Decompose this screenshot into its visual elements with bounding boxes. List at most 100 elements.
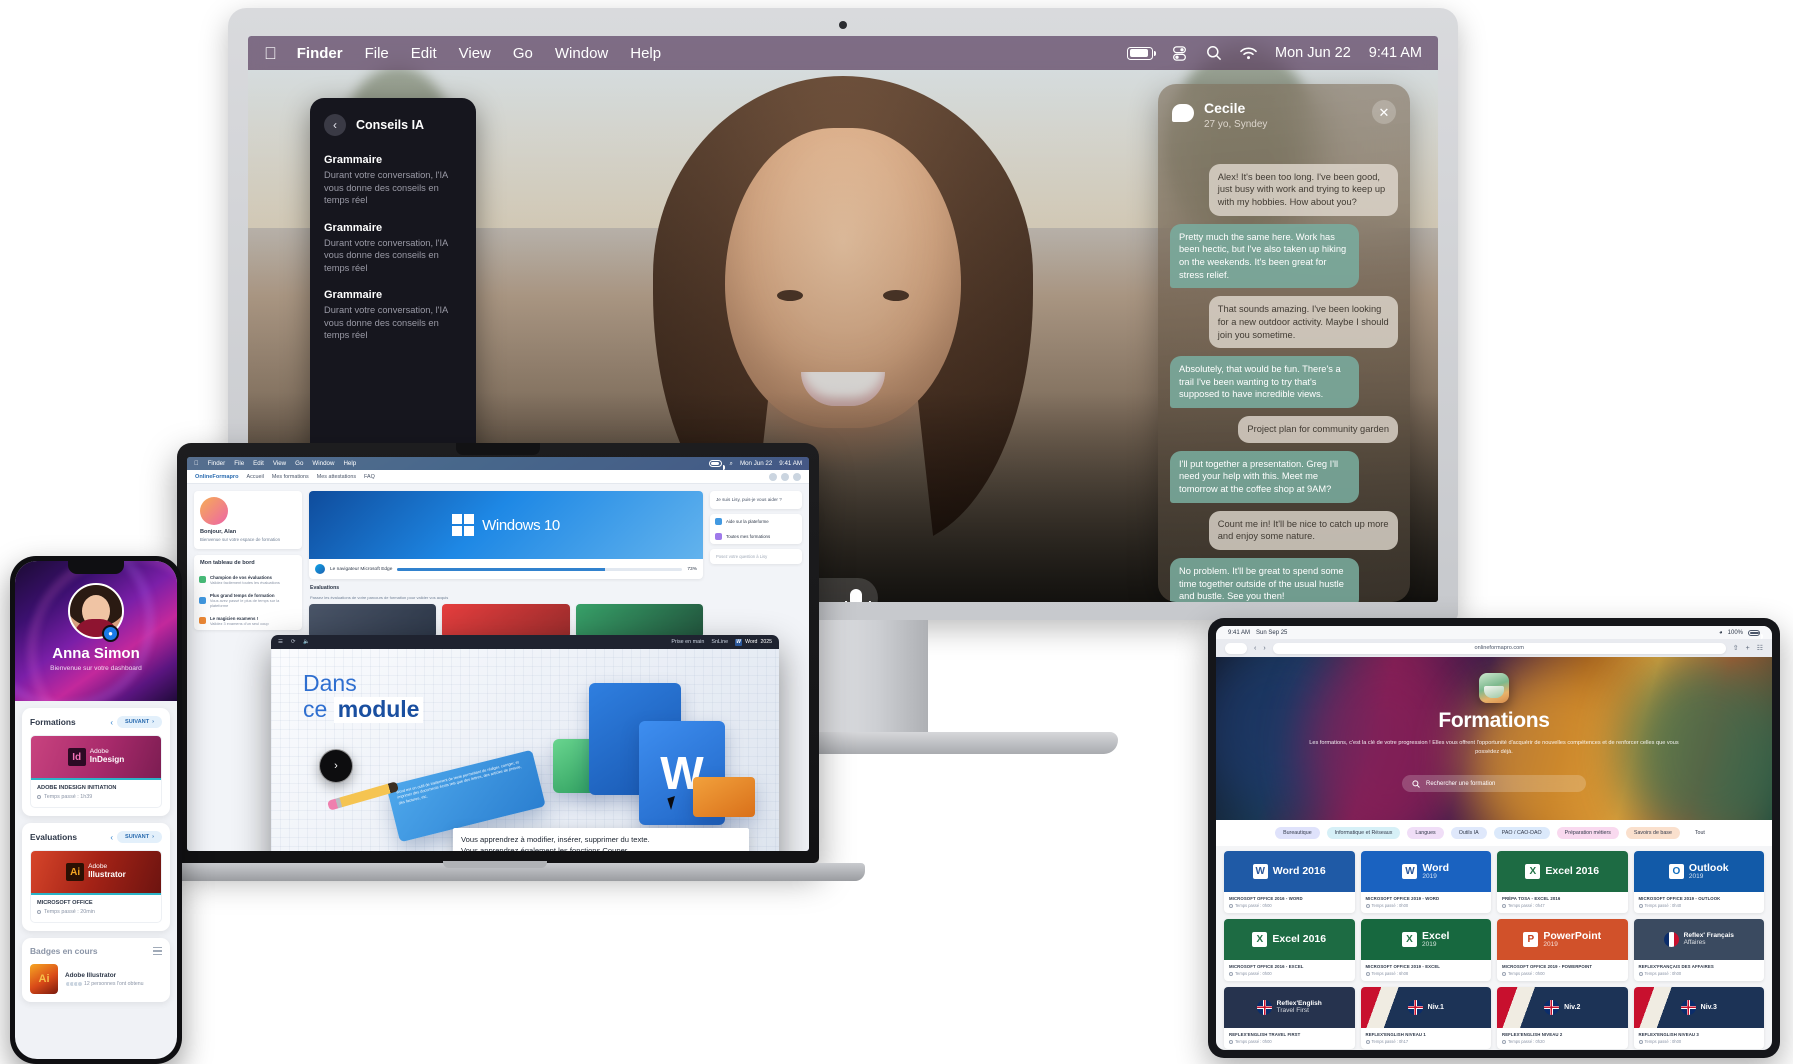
nav-accueil[interactable]: Accueil bbox=[247, 474, 264, 480]
edge-course-row[interactable]: Le navigateur Microsoft Edge 73% bbox=[309, 559, 703, 579]
menu-edit[interactable]: Edit bbox=[253, 460, 264, 467]
menu-go[interactable]: Go bbox=[513, 45, 533, 62]
apple-logo-icon[interactable]:  bbox=[194, 460, 199, 467]
site-logo[interactable]: OnlineFormapro bbox=[195, 474, 239, 480]
ipad-browser-toolbar[interactable]: ‹ › onlineformapro.com ⇧ + ☷ bbox=[1216, 639, 1772, 657]
course-card[interactable]: Niv.2 REFLEX'ENGLISH NIVEAU 2 Temps pass… bbox=[1497, 987, 1628, 1050]
close-icon[interactable]: ✕ bbox=[1372, 100, 1396, 124]
category-chip-pao-cao[interactable]: PAO / CAO-DAO bbox=[1493, 827, 1550, 839]
menubar-clock[interactable]: 9:41 AM bbox=[1369, 45, 1422, 61]
site-navbar[interactable]: OnlineFormapro Accueil Mes formations Me… bbox=[187, 470, 809, 484]
course-card[interactable]: P PowerPoint 2019 MICROSOFT OFFICE 2019 -… bbox=[1497, 919, 1628, 982]
apple-logo-icon[interactable]:  bbox=[264, 45, 277, 62]
course-card[interactable]: Id Adobe InDesign ADOBE INDESIGN INITIAT… bbox=[30, 735, 162, 808]
tab-overview-icon[interactable]: ☷ bbox=[1757, 644, 1763, 652]
evaluation-card[interactable] bbox=[575, 604, 703, 638]
menu-go[interactable]: Go bbox=[295, 460, 303, 467]
nav-mes-attestations[interactable]: Mes attestations bbox=[317, 474, 356, 480]
address-bar[interactable]: onlineformapro.com bbox=[1272, 642, 1726, 654]
search-icon[interactable] bbox=[1206, 45, 1222, 61]
menu-file[interactable]: File bbox=[365, 45, 389, 62]
course-card[interactable]: W Word 2019 MICROSOFT OFFICE 2019 - WORD … bbox=[1360, 851, 1491, 914]
prev-chevron-icon[interactable]: ‹ bbox=[110, 718, 113, 727]
tabs-icon[interactable] bbox=[1225, 642, 1247, 654]
hamburger-icon[interactable] bbox=[153, 947, 162, 955]
battery-icon[interactable] bbox=[1127, 46, 1157, 60]
evaluation-card[interactable] bbox=[309, 604, 437, 638]
assistant-option[interactable]: Toutes mes formations bbox=[710, 529, 802, 544]
course-card[interactable]: Reflex'English Travel First REFLEX'ENGLIS… bbox=[1224, 987, 1355, 1050]
volume-icon[interactable]: 🔈 bbox=[303, 639, 310, 645]
menu-help[interactable]: Help bbox=[630, 45, 661, 62]
course-card[interactable]: W Word 2016 MICROSOFT OFFICE 2016 - WORD… bbox=[1224, 851, 1355, 914]
next-button[interactable]: SUIVANT › bbox=[116, 716, 162, 728]
course-card[interactable]: Niv.1 REFLEX'ENGLISH NIVEAU 1 Temps pass… bbox=[1360, 987, 1491, 1050]
ai-tip[interactable]: Grammaire Durant votre conversation, l'I… bbox=[324, 222, 462, 275]
menu-view[interactable]: View bbox=[459, 45, 491, 62]
category-chip-preparation-metiers[interactable]: Préparation métiers bbox=[1556, 827, 1619, 839]
category-chip-bureautique[interactable]: Bureautique bbox=[1275, 827, 1320, 839]
list-item[interactable]: Le magicien examens ! Validez 3 examens … bbox=[194, 612, 302, 630]
macos-menubar[interactable]:  Finder File Edit View Go Window Help bbox=[248, 36, 1438, 70]
badge-item[interactable]: Ai Adobe Illustrator 12 personnes l'ont … bbox=[30, 964, 162, 994]
course-player-window: ☰ ⟳ 🔈 Prise en main SnLine W Word 2025 D… bbox=[271, 635, 779, 851]
macbook-menubar-date[interactable]: Mon Jun 22 bbox=[740, 460, 772, 467]
course-card[interactable]: Niv.3 REFLEX'ENGLISH NIVEAU 3 Temps pass… bbox=[1633, 987, 1764, 1050]
edge-label: Le navigateur Microsoft Edge bbox=[330, 566, 393, 572]
list-item[interactable]: Plus grand temps de formation Vous avez … bbox=[194, 589, 302, 612]
course-card[interactable]: Ai Adobe Illustrator MICROSOFT OFFICE Te… bbox=[30, 850, 162, 923]
category-chip-outils-ia[interactable]: Outils IA bbox=[1450, 827, 1487, 839]
search-icon[interactable]: ⌕ bbox=[729, 460, 732, 468]
menubar-date[interactable]: Mon Jun 22 bbox=[1275, 45, 1351, 61]
evaluation-card[interactable] bbox=[442, 604, 570, 638]
menu-finder[interactable]: Finder bbox=[208, 460, 226, 467]
menu-window[interactable]: Window bbox=[555, 45, 608, 62]
category-chip-langues[interactable]: Langues bbox=[1407, 827, 1444, 839]
wifi-icon[interactable] bbox=[1240, 47, 1257, 60]
category-chip-informatique[interactable]: Informatique et Réseaux bbox=[1326, 827, 1401, 839]
prev-chevron-icon[interactable]: ‹ bbox=[110, 833, 113, 842]
share-icon[interactable]: ⇧ bbox=[1733, 644, 1739, 652]
menu-file[interactable]: File bbox=[234, 460, 244, 467]
course-card[interactable]: X Excel 2016 PRÉPA TOSA - EXCEL 2016 Tem… bbox=[1497, 851, 1628, 914]
course-card[interactable]: X Excel 2019 MICROSOFT OFFICE 2019 - EXCE… bbox=[1360, 919, 1491, 982]
play-icon[interactable]: › bbox=[319, 749, 353, 783]
menu-window[interactable]: Window bbox=[312, 460, 334, 467]
course-card[interactable]: O Outlook 2019 MICROSOFT OFFICE 2019 - OU… bbox=[1633, 851, 1764, 914]
windows10-card[interactable]: Windows 10 Le navigateur Microsoft Edge … bbox=[309, 491, 703, 579]
course-banner-name: Excel 2016 bbox=[1272, 933, 1327, 946]
macbook-menubar[interactable]:  Finder File Edit View Go Window Help ⌕… bbox=[187, 457, 809, 470]
assistant-option[interactable]: Aide sur la plateforme bbox=[710, 514, 802, 529]
menu-help[interactable]: Help bbox=[343, 460, 356, 467]
control-center-icon[interactable] bbox=[1171, 45, 1188, 61]
back-chevron-icon[interactable]: ‹ bbox=[324, 114, 346, 136]
ai-tip[interactable]: Grammaire Durant votre conversation, l'I… bbox=[324, 154, 462, 207]
word-product: Word bbox=[745, 639, 758, 645]
word-badge: W Word 2025 bbox=[735, 638, 772, 646]
new-tab-icon[interactable]: + bbox=[1746, 645, 1750, 652]
search-input[interactable]: Rechercher une formation bbox=[1402, 775, 1586, 792]
next-button[interactable]: SUIVANT › bbox=[116, 831, 162, 843]
forward-chevron-icon[interactable]: › bbox=[1263, 645, 1265, 652]
refresh-icon[interactable]: ⟳ bbox=[291, 639, 296, 645]
category-chip-savoirs-de-base[interactable]: Savoirs de base bbox=[1625, 827, 1680, 839]
battery-icon[interactable] bbox=[709, 460, 726, 470]
list-item[interactable]: Champion de vos évaluations Validez faci… bbox=[194, 571, 302, 589]
camera-icon[interactable]: ● bbox=[102, 625, 119, 642]
menu-icon[interactable]: ☰ bbox=[278, 639, 283, 645]
menu-view[interactable]: View bbox=[273, 460, 286, 467]
ai-tip[interactable]: Grammaire Durant votre conversation, l'I… bbox=[324, 289, 462, 342]
menu-edit[interactable]: Edit bbox=[411, 45, 437, 62]
category-filter-bar[interactable]: Bureautique Informatique et Réseaux Lang… bbox=[1216, 820, 1772, 846]
course-card[interactable]: Reflex' Français Affaires REFLEX'FRANÇAIS… bbox=[1633, 919, 1764, 982]
menu-finder[interactable]: Finder bbox=[297, 45, 343, 62]
nav-faq[interactable]: FAQ bbox=[364, 474, 375, 480]
macbook-menubar-clock[interactable]: 9:41 AM bbox=[779, 460, 802, 467]
assistant-input[interactable]: Posez votre question à Lisy bbox=[710, 549, 802, 565]
course-player-toolbar[interactable]: ☰ ⟳ 🔈 Prise en main SnLine W Word 2025 bbox=[271, 635, 779, 649]
ai-tip-heading: Grammaire bbox=[324, 221, 383, 234]
course-card[interactable]: X Excel 2016 MICROSOFT OFFICE 2016 - EXC… bbox=[1224, 919, 1355, 982]
category-chip-tout[interactable]: Tout bbox=[1686, 827, 1713, 839]
nav-mes-formations[interactable]: Mes formations bbox=[272, 474, 309, 480]
back-chevron-icon[interactable]: ‹ bbox=[1254, 645, 1256, 652]
